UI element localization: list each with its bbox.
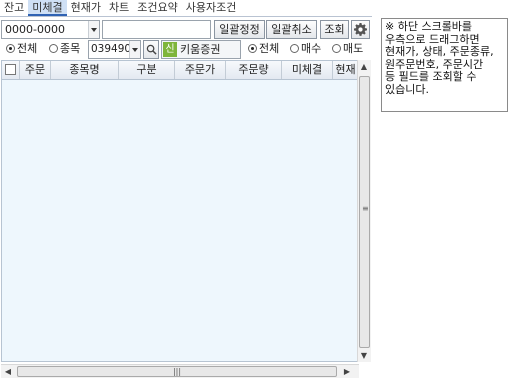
vertical-scrollbar[interactable]: ▲ ≡ ▼ xyxy=(357,60,371,362)
search-icon xyxy=(146,44,157,55)
note-line: 등 필드를 조회할 수 xyxy=(385,70,477,83)
col-unfilled[interactable]: 미체결 xyxy=(282,61,333,79)
grip-icon: ≡ xyxy=(362,204,369,213)
radio-all-items[interactable] xyxy=(6,44,15,53)
item-name: 키움증권 xyxy=(180,43,221,56)
unfilled-orders-panel: 0000-0000 일괄정정 일괄취소 조회 전체 종목 039490 신 키움… xyxy=(1,18,371,378)
scroll-hint-note: ※ 하단 스크롤바를 우측으로 드래그하면 현재가, 상태, 주문종류, 원주문… xyxy=(381,18,508,112)
account-select[interactable]: 0000-0000 xyxy=(1,20,100,39)
tab-balance[interactable]: 잔고 xyxy=(0,0,28,16)
tab-divider xyxy=(0,16,372,17)
horizontal-scroll-thumb[interactable]: ||| xyxy=(17,366,337,377)
radio-side-buy[interactable] xyxy=(290,44,299,53)
radio-single-item-label: 종목 xyxy=(60,42,81,55)
radio-side-buy-label: 매수 xyxy=(301,42,322,55)
radio-all-items-label: 전체 xyxy=(17,42,38,55)
chevron-down-icon[interactable] xyxy=(88,21,99,38)
item-code-value: 039490 xyxy=(91,43,132,55)
col-item-name[interactable]: 종목명 xyxy=(51,61,119,79)
scroll-left-icon[interactable]: ◀ xyxy=(2,367,14,376)
col-order[interactable]: 주문 xyxy=(20,61,51,79)
tab-user-condition[interactable]: 사용자조건 xyxy=(182,0,241,16)
tab-bar: 잔고 미체결 현재가 차트 조건요약 사용자조건 xyxy=(0,0,372,16)
horizontal-scrollbar[interactable]: ◀ ||| ▶ xyxy=(1,364,359,378)
note-line: 현재가, 상태, 주문종류, xyxy=(385,45,494,58)
radio-side-all[interactable] xyxy=(248,44,257,53)
unfilled-orders-grid[interactable]: 주문 종목명 구분 주문가 주문량 미체결 현재 xyxy=(1,60,359,362)
select-all-cell xyxy=(2,61,20,79)
col-current[interactable]: 현재 xyxy=(333,61,358,79)
radio-single-item[interactable] xyxy=(49,44,58,53)
radio-side-sell-label: 매도 xyxy=(343,42,364,55)
tab-current-price[interactable]: 현재가 xyxy=(67,0,105,16)
tab-condition-summary[interactable]: 조건요약 xyxy=(133,0,181,16)
col-order-qty[interactable]: 주문량 xyxy=(226,61,282,79)
bulk-cancel-button[interactable]: 일괄취소 xyxy=(266,20,317,39)
chevron-down-icon[interactable] xyxy=(129,41,140,58)
radio-side-sell[interactable] xyxy=(332,44,341,53)
account-value: 0000-0000 xyxy=(5,23,65,36)
scroll-down-icon[interactable]: ▼ xyxy=(358,351,370,360)
grid-header: 주문 종목명 구분 주문가 주문량 미체결 현재 xyxy=(2,61,358,80)
radio-side-all-label: 전체 xyxy=(259,42,280,55)
settings-button[interactable] xyxy=(351,20,370,39)
select-all-checkbox[interactable] xyxy=(5,64,16,75)
item-code-select[interactable]: 039490 xyxy=(88,40,141,59)
gear-icon xyxy=(354,23,367,36)
vertical-scroll-thumb[interactable]: ≡ xyxy=(359,76,370,348)
col-order-price[interactable]: 주문가 xyxy=(175,61,226,79)
note-line: ※ 하단 스크롤바를 xyxy=(385,20,473,33)
tab-unfilled[interactable]: 미체결 xyxy=(28,0,67,16)
password-input[interactable] xyxy=(102,20,211,39)
query-button[interactable]: 조회 xyxy=(320,20,349,39)
scroll-up-icon[interactable]: ▲ xyxy=(358,62,370,71)
col-type[interactable]: 구분 xyxy=(119,61,175,79)
item-name-field: 신 키움증권 xyxy=(161,40,241,59)
credit-badge: 신 xyxy=(163,42,177,57)
bulk-modify-button[interactable]: 일괄정정 xyxy=(214,20,265,39)
tab-chart[interactable]: 차트 xyxy=(105,0,133,16)
note-line: 있습니다. xyxy=(385,82,429,96)
scroll-right-icon[interactable]: ▶ xyxy=(341,367,353,376)
search-button[interactable] xyxy=(143,40,159,59)
